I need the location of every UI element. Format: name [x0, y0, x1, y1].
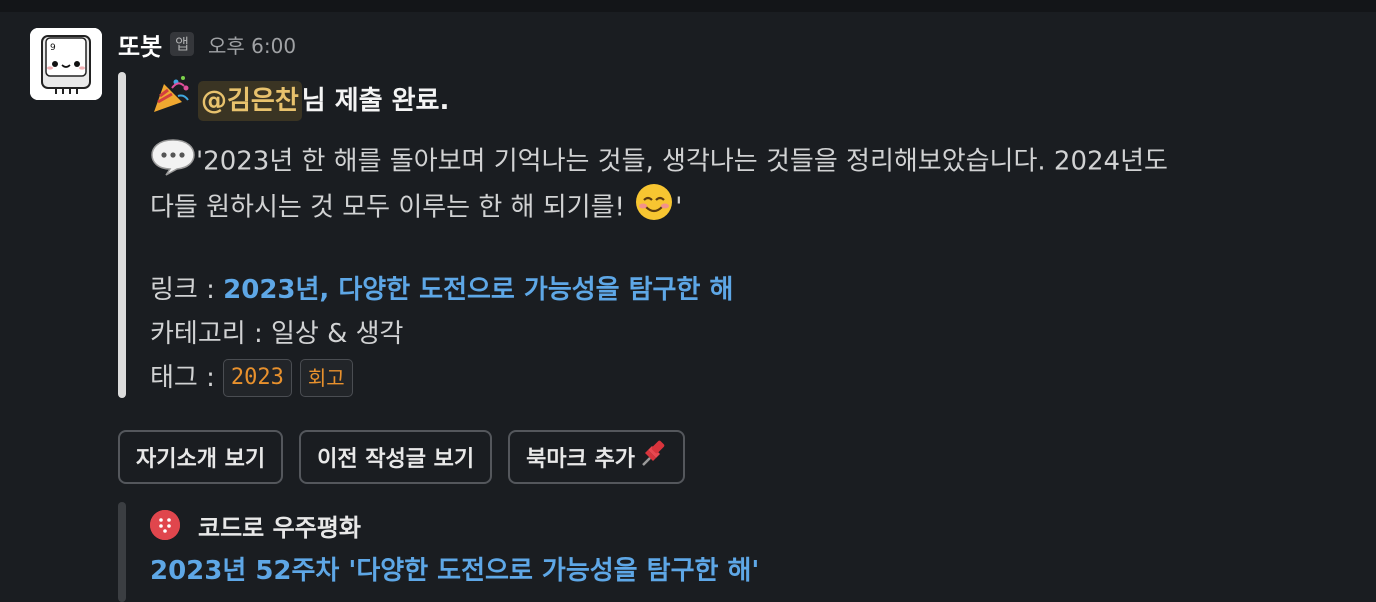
add-bookmark-label: 북마크 추가	[526, 447, 635, 472]
link-row: 링크 : 2023년, 다양한 도전으로 가능성을 탐구한 해	[150, 270, 733, 310]
tag-chip: 2023	[222, 359, 292, 397]
sender-name[interactable]: 또봇	[118, 27, 162, 62]
bot-avatar-icon[interactable]: 9	[30, 28, 102, 100]
party-popper-icon	[150, 74, 192, 128]
view-previous-posts-button[interactable]: 이전 작성글 보기	[299, 430, 493, 484]
link-label: 링크 :	[150, 275, 224, 305]
smiling-face-icon	[633, 182, 675, 234]
user-mention[interactable]: @김은찬	[198, 81, 302, 121]
title-suffix: 님 제출 완료.	[301, 86, 450, 116]
unfurl-source-name: 코드로 우주평화	[198, 513, 361, 542]
category-row: 카테고리 : 일상 & 생각	[150, 314, 403, 354]
speech-bubble-icon	[150, 136, 196, 188]
pushpin-icon	[637, 439, 667, 475]
quote-line-2: 다들 원하시는 것 모두 이루는 한 해 되기를! '	[150, 182, 682, 234]
quote-end: '	[675, 192, 683, 223]
attachment-color-bar	[118, 72, 126, 398]
quote-text-1: '2023년 한 해를 돌아보며 기억나는 것들, 생각나는 것들을 정리해보았…	[196, 146, 1168, 177]
top-divider	[0, 0, 1376, 12]
unfurl-title-link[interactable]: 2023년 52주차 '다양한 도전으로 가능성을 탐구한 해'	[150, 550, 759, 587]
source-favicon-icon	[150, 510, 180, 540]
tags-label: 태그 :	[150, 363, 215, 393]
unfurl-source: 코드로 우주평화	[150, 506, 361, 544]
view-intro-button[interactable]: 자기소개 보기	[118, 430, 284, 484]
post-link[interactable]: 2023년, 다양한 도전으로 가능성을 탐구한 해	[223, 275, 733, 305]
app-badge: 앱	[170, 32, 194, 56]
quote-text-2: 다들 원하시는 것 모두 이루는 한 해 되기를!	[150, 192, 634, 223]
add-bookmark-button[interactable]: 북마크 추가	[508, 430, 685, 484]
view-intro-label: 자기소개 보기	[136, 447, 266, 472]
submission-title: @김은찬 님 제출 완료.	[150, 74, 449, 128]
message-timestamp[interactable]: 오후 6:00	[208, 30, 296, 59]
view-previous-label: 이전 작성글 보기	[317, 447, 475, 472]
quote-line-1: '2023년 한 해를 돌아보며 기억나는 것들, 생각나는 것들을 정리해보았…	[150, 136, 1168, 188]
unfurl-bar	[118, 502, 126, 602]
action-buttons: 자기소개 보기 이전 작성글 보기 북마크 추가	[118, 430, 701, 484]
category-value: 일상 & 생각	[270, 319, 404, 349]
tag-chip: 회고	[299, 359, 353, 397]
tags-row: 태그 : 2023 회고	[150, 358, 353, 398]
category-label: 카테고리 :	[150, 319, 271, 349]
svg-text:9: 9	[50, 43, 56, 53]
